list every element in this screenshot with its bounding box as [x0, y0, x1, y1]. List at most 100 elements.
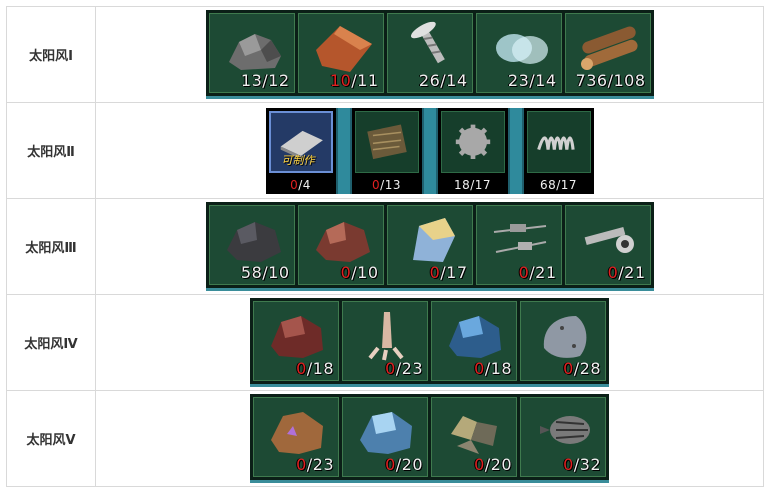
owned-count: 58	[240, 263, 263, 282]
required-count: 20	[490, 455, 512, 474]
material-count: 13/12	[241, 71, 290, 90]
slot-divider	[421, 107, 438, 194]
material-slot[interactable]: 0/13	[351, 107, 422, 194]
material-slot[interactable]: 0/21	[475, 205, 562, 285]
owned-count: 13	[240, 71, 263, 90]
owned-count: 0	[474, 359, 485, 378]
claw-icon	[368, 312, 404, 361]
required-count: 32	[579, 455, 601, 474]
material-slot[interactable]: 0/20	[342, 397, 428, 477]
tier-label: 太阳风Ⅴ	[6, 390, 96, 487]
material-count: 0/18	[296, 359, 334, 378]
owned-count: 0	[563, 455, 574, 474]
material-strip: 可制作 0/4 0/13 18/17 68/17	[265, 107, 594, 194]
rock-pile-icon	[228, 34, 281, 70]
material-slot[interactable]: 736/108	[564, 13, 651, 93]
glass-lens-icon	[495, 34, 548, 64]
owned-count: 18	[453, 177, 471, 192]
required-count: 11	[357, 71, 379, 90]
material-slot[interactable]: 58/10	[208, 205, 295, 285]
blue-ore-icon	[449, 316, 501, 358]
ice-ore-icon	[360, 412, 412, 454]
resistor-parts-icon	[493, 224, 546, 253]
material-count: 10/11	[330, 71, 379, 90]
purple-crystal-ore-icon	[271, 412, 323, 454]
owned-count: 0	[474, 455, 485, 474]
required-count: 4	[302, 177, 311, 192]
owned-count: 0	[563, 359, 574, 378]
material-slot[interactable]: 0/20	[431, 397, 517, 477]
material-slot[interactable]: 0/23	[253, 397, 339, 477]
material-count: 68/17	[524, 178, 594, 192]
material-count: 0/21	[519, 263, 557, 282]
crystal-shard-icon	[412, 218, 455, 262]
owned-count: 10	[329, 71, 352, 90]
material-slot[interactable]: 0/17	[386, 205, 473, 285]
material-count: 0/20	[474, 455, 512, 474]
owned-count: 0	[340, 263, 352, 282]
material-slot[interactable]: 0/28	[520, 301, 606, 381]
material-slot[interactable]: 23/14	[475, 13, 562, 93]
leather-hide-icon	[315, 26, 372, 72]
owned-count: 0	[290, 177, 299, 192]
material-slot[interactable]: 0/23	[342, 301, 428, 381]
owned-count: 736	[575, 71, 608, 90]
dark-ore-icon	[226, 222, 281, 262]
tier-row: 太阳风Ⅰ 13/12 10/11 26/14 23/14 736/108	[6, 6, 764, 103]
material-slot[interactable]: 0/21	[564, 205, 651, 285]
scrap-bundle-icon	[366, 123, 407, 159]
owned-count: 0	[518, 263, 530, 282]
material-count: 0/21	[608, 263, 646, 282]
material-slot[interactable]: 10/11	[297, 13, 384, 93]
tier-row: 太阳风Ⅴ 0/23 0/20 0/20 0/32	[6, 390, 764, 487]
required-count: 21	[535, 263, 557, 282]
required-count: 17	[474, 177, 492, 192]
material-slot[interactable]: 26/14	[386, 13, 473, 93]
material-count: 0/23	[296, 455, 334, 474]
owned-count: 23	[507, 71, 530, 90]
tier-label: 太阳风Ⅳ	[6, 294, 96, 391]
red-ore-icon	[271, 316, 323, 358]
tier-items-cell: 13/12 10/11 26/14 23/14 736/108	[95, 6, 764, 103]
material-strip: 13/12 10/11 26/14 23/14 736/108	[205, 10, 654, 99]
owned-count: 0	[429, 263, 441, 282]
required-count: 14	[446, 71, 468, 90]
owned-count: 26	[418, 71, 441, 90]
owned-count: 0	[296, 455, 307, 474]
required-count: 13	[384, 177, 401, 192]
required-count: 23	[312, 455, 334, 474]
material-count: 0/28	[563, 359, 601, 378]
material-slot[interactable]: 0/10	[297, 205, 384, 285]
spring-coil-icon	[536, 135, 575, 150]
material-count: 23/14	[508, 71, 557, 90]
material-strip: 58/10 0/10 0/17 0/21 0/21	[205, 202, 654, 291]
required-count: 23	[401, 359, 423, 378]
material-slot[interactable]: 18/17	[437, 107, 508, 194]
owned-count: 0	[385, 455, 396, 474]
tier-items-cell: 0/23 0/20 0/20 0/32	[95, 390, 764, 487]
tier-label: 太阳风Ⅰ	[6, 6, 96, 103]
required-count: 10	[268, 263, 290, 282]
material-slot[interactable]: 13/12	[208, 13, 295, 93]
material-slot[interactable]: 可制作 0/4	[265, 107, 336, 194]
owned-count: 68	[539, 177, 557, 192]
copper-ore-icon	[315, 222, 370, 262]
material-slot[interactable]: 0/18	[431, 301, 517, 381]
material-count: 58/10	[241, 263, 290, 282]
armor-plate-icon	[543, 316, 587, 358]
material-slot[interactable]: 0/18	[253, 301, 339, 381]
owned-count: 0	[607, 263, 619, 282]
material-slot[interactable]: 68/17	[523, 107, 594, 194]
material-strip: 0/18 0/23 0/18 0/28	[250, 298, 609, 387]
tier-row: 太阳风Ⅱ 可制作 0/4 0/13 18/17 68/17	[6, 102, 764, 199]
tier-label: 太阳风Ⅱ	[6, 102, 96, 199]
screw-icon	[410, 21, 445, 64]
required-count: 108	[613, 71, 646, 90]
materials-table: 太阳风Ⅰ 13/12 10/11 26/14 23/14 736/108 太阳风Ⅱ 可制作 0/…	[6, 6, 764, 487]
material-count: 18/17	[438, 178, 508, 192]
material-slot[interactable]: 0/32	[520, 397, 606, 477]
material-count: 26/14	[419, 71, 468, 90]
drill-bit-icon	[540, 416, 590, 444]
tier-label: 太阳风Ⅲ	[6, 198, 96, 295]
required-count: 17	[560, 177, 578, 192]
